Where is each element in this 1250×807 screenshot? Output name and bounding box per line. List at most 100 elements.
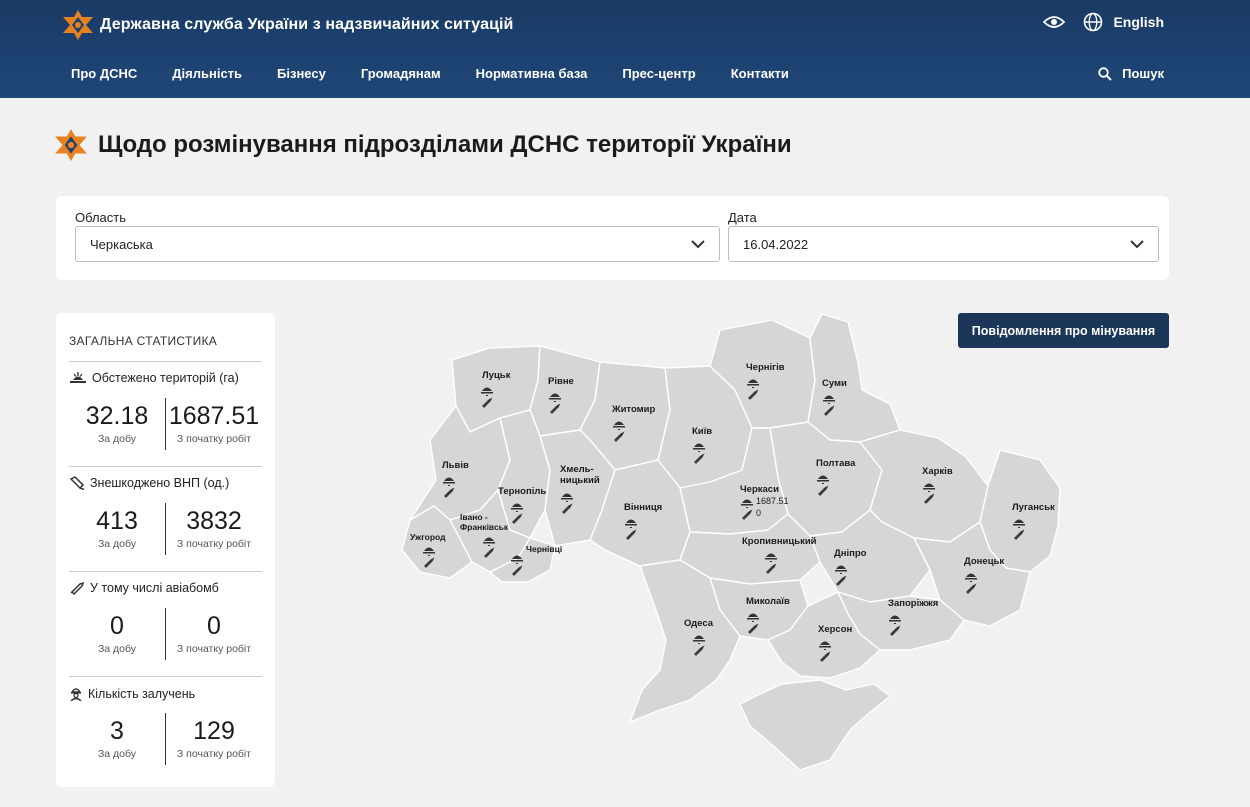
chevron-down-icon: [1130, 239, 1144, 248]
stat-total-value: 3832: [186, 507, 242, 535]
region-marker-icon: [481, 387, 493, 408]
region-marker-icon: [923, 483, 935, 504]
region-marker-icon: [817, 475, 829, 496]
region-marker-icon: [823, 395, 835, 416]
search-button[interactable]: Пошук: [1098, 66, 1164, 81]
region-label-ternopil: Тернопіль: [498, 486, 547, 497]
shovel-icon: [69, 476, 85, 490]
stat-surveyed-area: Обстежено територій (га) 32.18 За добу 16…: [69, 362, 262, 467]
main-nav: Про ДСНС Діяльність Бізнесу Громадянам Н…: [71, 66, 789, 81]
region-marker-icon: [1013, 519, 1025, 540]
chevron-down-icon: [691, 239, 705, 248]
region-label-kropyvnytskyi: Кропивницький: [742, 536, 817, 547]
region-label-chernihiv: Чернігів: [746, 362, 785, 373]
bomb-icon: [70, 581, 85, 595]
stat-aerial-bombs: У тому числі авіабомб 0 За добу 0 З початк…: [69, 572, 262, 677]
region-label-kharkiv: Харків: [922, 466, 953, 477]
region-marker-icon: [835, 565, 847, 586]
region-label-poltava: Полтава: [816, 458, 856, 469]
region-label-uzhhorod: Ужгород: [410, 532, 446, 542]
accessibility-eye-icon[interactable]: [1043, 15, 1066, 29]
nav-regulations[interactable]: Нормативна база: [476, 66, 588, 81]
stat-total-value: 0: [207, 612, 221, 640]
nav-citizens[interactable]: Громадянам: [361, 66, 441, 81]
region-cherkasy-surveyed: 1687.51: [756, 496, 789, 506]
stat-label: Кількість залучень: [88, 686, 196, 701]
region-crimea: [739, 679, 891, 771]
stat-day-value: 413: [96, 507, 138, 535]
ukraine-map: Луцьк Рівне Житомир Київ Чернігів Суми Л…: [390, 310, 1080, 780]
region-marker-icon: [511, 555, 523, 576]
stat-total-label: З початку робіт: [176, 643, 252, 655]
nav-activity[interactable]: Діяльність: [172, 66, 242, 81]
nav-about[interactable]: Про ДСНС: [71, 66, 137, 81]
date-select[interactable]: 16.04.2022: [728, 226, 1159, 262]
region-label-mykolaiv: Миколаїв: [746, 596, 790, 607]
region-label-kyiv: Київ: [692, 426, 713, 437]
region-label-zaporizhzhia: Запоріжжя: [888, 598, 939, 609]
worker-icon: [70, 688, 82, 701]
region-label-lutsk: Луцьк: [482, 370, 511, 381]
general-statistics-panel: ЗАГАЛЬНА СТАТИСТИКА Обстежено територій …: [56, 313, 275, 787]
region-label-ivano: Івано - Франківськ: [460, 512, 509, 532]
region-marker-icon: [549, 393, 561, 414]
stat-total-label: З початку робіт: [176, 748, 252, 760]
region-label-khmelnytskyi: Хмель- ницький: [560, 464, 600, 486]
filters-panel: Область Черкаська Дата 16.04.2022: [56, 196, 1169, 280]
date-filter-label: Дата: [728, 210, 757, 225]
region-marker-icon: [625, 519, 637, 540]
region-label-donetsk: Донецьк: [964, 556, 1005, 567]
language-label: English: [1113, 14, 1164, 30]
region-label-chernivtsi: Чернівці: [526, 544, 563, 554]
page-title: Щодо розмінування підрозділами ДСНС тери…: [98, 131, 792, 158]
date-select-value: 16.04.2022: [743, 236, 809, 252]
site-header: Державна служба України з надзвичайних с…: [0, 0, 1250, 98]
region-label-luhansk: Луганськ: [1012, 502, 1055, 513]
stat-total-value: 129: [193, 717, 235, 745]
region-marker-icon: [511, 503, 523, 524]
nav-business[interactable]: Бізнесу: [277, 66, 326, 81]
nav-press[interactable]: Прес-центр: [622, 66, 695, 81]
stat-neutralized-ordnance: Знешкоджено ВНП (од.) 413 За добу 3832 З п…: [69, 467, 262, 572]
stat-day-label: За добу: [97, 433, 137, 445]
dsns-emblem-icon: [63, 10, 93, 40]
region-marker-icon: [819, 641, 831, 662]
stat-total-label: З початку робіт: [176, 538, 252, 550]
region-select-value: Черкаська: [90, 236, 153, 252]
region-label-rivne: Рівне: [548, 376, 574, 387]
stats-title: ЗАГАЛЬНА СТАТИСТИКА: [69, 334, 262, 362]
stat-label: Знешкоджено ВНП (од.): [90, 476, 230, 490]
region-marker-icon: [423, 547, 435, 568]
region-select[interactable]: Черкаська: [75, 226, 720, 262]
region-marker-icon: [483, 537, 495, 558]
mine-icon: [70, 372, 86, 383]
region-label-lviv: Львів: [442, 460, 469, 471]
stat-total-value: 1687.51: [168, 402, 260, 430]
language-switch[interactable]: English: [1083, 12, 1164, 32]
search-icon: [1098, 66, 1112, 81]
globe-icon: [1084, 12, 1103, 32]
stat-day-value: 3: [110, 717, 124, 745]
region-marker-icon: [765, 553, 777, 574]
region-label-dnipro: Дніпро: [834, 548, 867, 559]
region-marker-icon: [965, 573, 977, 594]
region-marker-icon: [561, 493, 573, 514]
nav-contacts[interactable]: Контакти: [731, 66, 789, 81]
stat-day-label: За добу: [97, 748, 137, 760]
region-marker-icon: [693, 443, 705, 464]
region-marker-icon: [741, 499, 753, 520]
stat-day-value: 32.18: [85, 402, 149, 430]
region-marker-icon: [747, 379, 759, 400]
stat-label: У тому числі авіабомб: [90, 581, 219, 595]
org-name: Державна служба України з надзвичайних с…: [100, 16, 514, 33]
region-marker-icon: [693, 635, 705, 656]
region-label-kherson: Херсон: [818, 624, 853, 635]
region-label-vinnytsia: Вінниця: [624, 502, 663, 513]
brand[interactable]: Державна служба України з надзвичайних с…: [62, 10, 514, 40]
page-title-row: Щодо розмінування підрозділами ДСНС тери…: [54, 128, 792, 162]
region-cherkasy-bombs: 0: [756, 508, 762, 518]
stat-day-value: 0: [110, 612, 124, 640]
region-marker-icon: [443, 477, 455, 498]
stat-day-label: За добу: [97, 643, 137, 655]
region-label-odesa: Одеса: [684, 618, 714, 629]
